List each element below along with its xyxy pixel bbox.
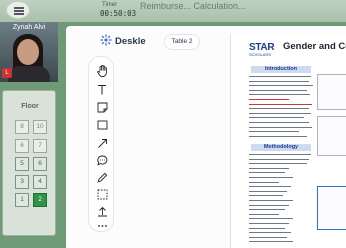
- text-line: [249, 76, 311, 77]
- text-line: [249, 172, 285, 174]
- text-line: [249, 195, 283, 197]
- text-line: [249, 209, 285, 211]
- app-name: Deskle: [115, 36, 146, 47]
- session-top-bar: Timer 00:50:03 Reimburse... Calculation.…: [0, 0, 346, 22]
- floor-button[interactable]: 4: [33, 175, 47, 189]
- text-line: [249, 218, 293, 220]
- text-line: [249, 108, 309, 110]
- participant-name: Zynah Alvi: [12, 24, 46, 31]
- text-line: [249, 126, 312, 128]
- floor-button[interactable]: 3: [15, 175, 29, 189]
- menu-button[interactable]: [6, 1, 30, 19]
- floor-button[interactable]: 10: [33, 120, 47, 134]
- floor-button[interactable]: 8: [15, 120, 29, 134]
- text-line: [249, 223, 289, 224]
- text-line: [249, 131, 299, 133]
- rectangle-icon[interactable]: [92, 117, 112, 133]
- floor-button[interactable]: 5: [15, 157, 29, 171]
- participant-badge: L: [2, 68, 12, 78]
- text-line: [249, 167, 289, 169]
- text-line: [249, 241, 293, 243]
- arrow-icon[interactable]: [92, 135, 112, 151]
- session-title: Reimburse... Calculation...: [140, 1, 246, 11]
- deskle-logo-icon: [100, 34, 112, 46]
- text-line: [249, 112, 311, 114]
- sidebar-callout-2: [317, 116, 346, 156]
- text-line: [249, 232, 291, 234]
- sticky-note-icon[interactable]: [92, 99, 112, 115]
- text-line: [249, 99, 289, 100]
- floor-label: Floor: [21, 103, 39, 110]
- menu-icon: [14, 7, 24, 9]
- floor-button[interactable]: 1: [15, 193, 29, 207]
- text-line: [249, 122, 309, 123]
- participant-body: [8, 66, 50, 82]
- text-line: [249, 103, 312, 105]
- text-line: [249, 154, 311, 155]
- text-line: [249, 85, 313, 87]
- text-line: [249, 204, 289, 206]
- participant-video[interactable]: Zynah Alvi L: [0, 22, 58, 82]
- text-line: [249, 200, 293, 201]
- document-title: Gender and Corr: [283, 41, 346, 52]
- text-line: [249, 186, 291, 188]
- floor-button[interactable]: 7: [33, 139, 47, 153]
- floor-button[interactable]: 6: [15, 139, 29, 153]
- text-line: [249, 89, 307, 91]
- timer-label: Timer: [102, 2, 118, 8]
- text-line: [249, 177, 293, 178]
- text-line: [249, 163, 307, 165]
- section-heading-introduction: Introduction: [251, 66, 311, 73]
- session-timer: 00:50:03: [100, 9, 137, 18]
- text-line: [249, 236, 287, 238]
- text-line: [249, 117, 304, 119]
- hand-icon[interactable]: [92, 63, 112, 79]
- pen-icon[interactable]: [92, 169, 112, 185]
- floor-selector-panel: Floor 8 10 6 7 5 6 3 4 1 2: [2, 90, 56, 236]
- upload-icon[interactable]: [92, 203, 112, 219]
- text-line: [249, 190, 287, 192]
- text-line: [249, 213, 279, 215]
- section-heading-methodology: Methodology: [251, 144, 311, 151]
- sidebar-callout: [317, 74, 346, 110]
- floor-button[interactable]: 2: [33, 193, 47, 207]
- text-line: [249, 94, 310, 96]
- drawing-toolbar: [88, 56, 114, 232]
- participant-face: [17, 39, 39, 65]
- text-line: [249, 80, 309, 82]
- document-page[interactable]: STAR SCHOLARS Gender and Corr Introducti…: [230, 34, 346, 248]
- tab-table-2[interactable]: Table 2: [164, 34, 200, 50]
- floor-button[interactable]: 6: [33, 157, 47, 171]
- star-scholars-logo-sub: SCHOLARS: [249, 52, 272, 57]
- diagram-callout: [317, 186, 346, 230]
- comment-icon[interactable]: [92, 152, 112, 168]
- select-icon[interactable]: [92, 186, 112, 202]
- text-line: [249, 227, 285, 229]
- more-icon[interactable]: [92, 218, 112, 234]
- text-line: [249, 158, 309, 160]
- text-icon[interactable]: [92, 81, 112, 97]
- text-line: [249, 181, 279, 183]
- text-line: [249, 135, 307, 137]
